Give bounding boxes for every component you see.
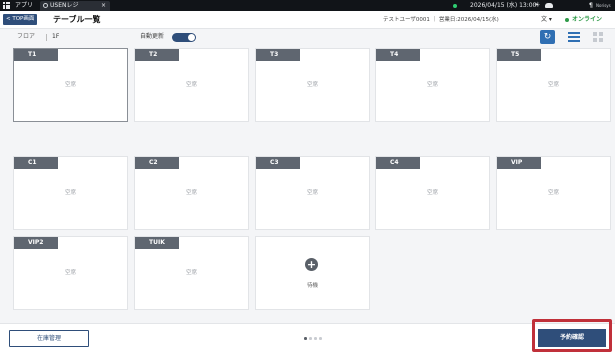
brand-logo-text: Norisys [596, 3, 611, 8]
table-label: C3 [256, 157, 300, 169]
add-waiting-label: 待機 [306, 283, 318, 289]
table-card-c4[interactable]: C4 空席 [375, 156, 490, 230]
page-title: テーブル一覧 [53, 15, 101, 24]
table-card-c3[interactable]: C3 空席 [255, 156, 370, 230]
table-label: C1 [14, 157, 58, 169]
system-bar: アプリ USENレジ × 2026/04/15 (水) 13:00 ☀ ¶ No… [0, 0, 615, 11]
table-status: 空席 [185, 190, 197, 196]
table-label: T3 [256, 49, 300, 61]
page-dot[interactable] [319, 337, 322, 340]
table-status: 空席 [306, 190, 318, 196]
page-indicator[interactable] [304, 337, 324, 341]
table-card-vip2[interactable]: VIP2 空席 [13, 236, 128, 310]
language-switch-button[interactable]: 文 ▾ [541, 15, 552, 25]
apps-grid-icon[interactable] [3, 2, 10, 9]
table-card-t5[interactable]: T5 空席 [496, 48, 611, 122]
tab-close-icon[interactable]: × [101, 1, 106, 11]
user-business-date: テストユーザ0001 ｜ 営業日:2026/04/15(水) [383, 17, 499, 23]
table-card-t3[interactable]: T3 空席 [255, 48, 370, 122]
table-status: 空席 [185, 270, 197, 276]
cloud-icon [545, 3, 553, 8]
table-card-c1[interactable]: C1 空席 [13, 156, 128, 230]
toggle-knob [188, 34, 195, 41]
auto-update-label: 自動更新 [140, 33, 165, 40]
grid-view-icon[interactable] [593, 32, 603, 42]
table-status: 空席 [64, 190, 76, 196]
add-circle-icon: + [305, 258, 318, 271]
table-status: 空席 [426, 82, 438, 88]
table-label: VIP2 [14, 237, 58, 249]
table-label: T1 [14, 49, 58, 61]
table-card-t4[interactable]: T4 空席 [375, 48, 490, 122]
list-view-icon[interactable] [568, 32, 580, 42]
table-card-c2[interactable]: C2 空席 [134, 156, 249, 230]
table-status: 空席 [64, 270, 76, 276]
table-card-t2[interactable]: T2 空席 [134, 48, 249, 122]
brightness-icon[interactable]: ☀ [534, 0, 540, 11]
table-status: 空席 [547, 190, 559, 196]
online-status-icon [565, 18, 569, 22]
app-tab[interactable]: USENレジ × [40, 1, 110, 11]
floor-toolbar: フロア 1F 自動更新 ↻ [0, 29, 615, 45]
refresh-icon[interactable]: ↻ [540, 30, 555, 44]
online-status-label: オンライン [572, 16, 603, 23]
page-dot[interactable] [309, 337, 312, 340]
system-datetime: 2026/04/15 (水) 13:00 [470, 2, 537, 9]
pos-table-list-screen: アプリ USENレジ × 2026/04/15 (水) 13:00 ☀ ¶ No… [0, 0, 615, 353]
auto-update-toggle[interactable] [172, 33, 196, 42]
tab-app-icon [43, 3, 48, 8]
connection-status-icon [453, 4, 457, 8]
brand-logo-icon: ¶ [589, 2, 593, 9]
table-status: 空席 [185, 82, 197, 88]
add-waiting-card[interactable]: + 待機 [255, 236, 370, 310]
table-label: TUIK [135, 237, 179, 249]
page-dot[interactable] [314, 337, 317, 340]
table-label: T2 [135, 49, 179, 61]
table-status: 空席 [64, 82, 76, 88]
reservation-check-button[interactable]: 予約確認 [538, 329, 606, 347]
table-status: 空席 [547, 82, 559, 88]
table-card-tuik[interactable]: TUIK 空席 [134, 236, 249, 310]
table-status: 空席 [306, 82, 318, 88]
apps-label[interactable]: アプリ [15, 0, 33, 11]
floor-selector[interactable]: 1F [52, 29, 59, 45]
app-header: < TOP画面 テーブル一覧 テストユーザ0001 ｜ 営業日:2026/04/… [0, 11, 615, 29]
floor-divider [46, 34, 47, 41]
table-label: T5 [497, 49, 541, 61]
table-label: C4 [376, 157, 420, 169]
table-label: C2 [135, 157, 179, 169]
page-dot[interactable] [304, 337, 307, 340]
table-label: T4 [376, 49, 420, 61]
table-card-vip[interactable]: VIP 空席 [496, 156, 611, 230]
table-label: VIP [497, 157, 541, 169]
footer-bar: 在庫管理 [0, 323, 615, 353]
inventory-management-button[interactable]: 在庫管理 [9, 330, 89, 347]
floor-label: フロア [17, 33, 36, 40]
table-status: 空席 [426, 190, 438, 196]
tab-title: USENレジ [50, 2, 79, 9]
back-to-top-button[interactable]: < TOP画面 [3, 14, 38, 25]
table-card-t1[interactable]: T1 空席 [13, 48, 128, 122]
